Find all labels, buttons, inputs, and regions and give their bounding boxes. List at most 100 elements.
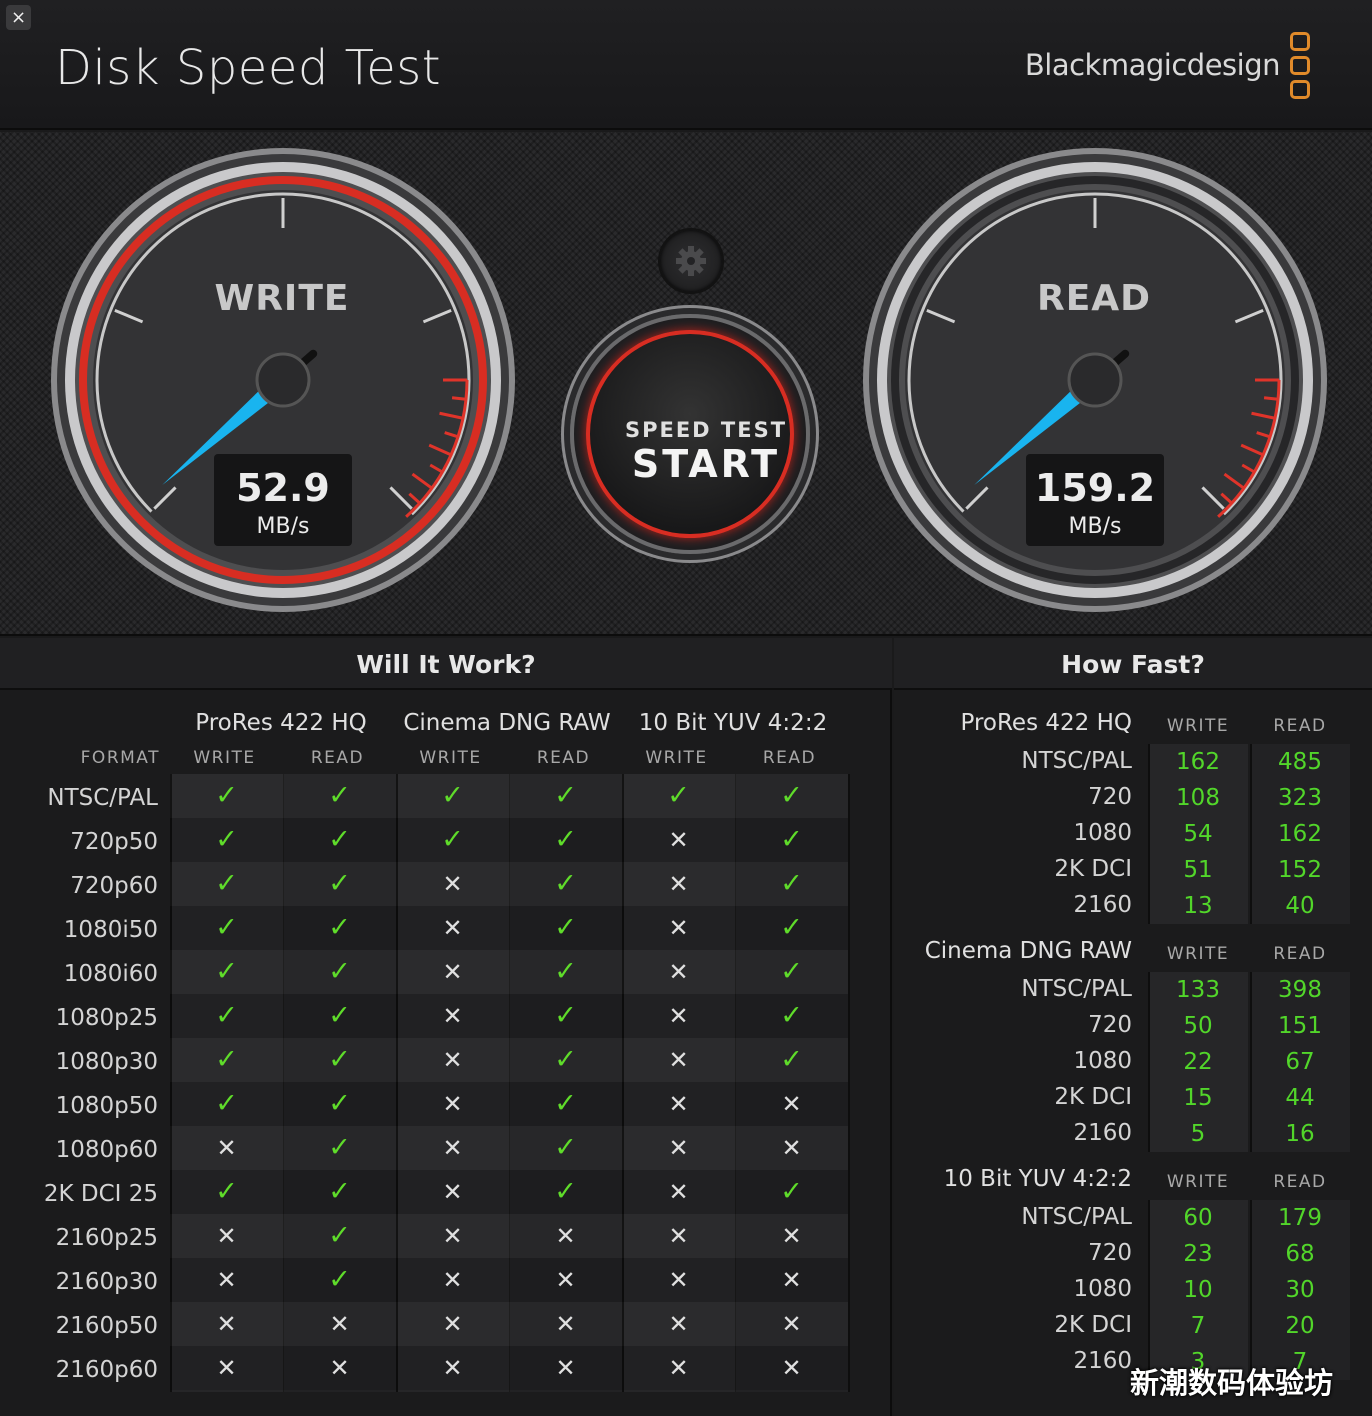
checkmark-icon: ✓ — [554, 1000, 577, 1031]
write-gauge-label: WRITE — [214, 278, 350, 319]
cross-icon: ✕ — [668, 1310, 689, 1338]
cross-icon: ✕ — [442, 1178, 463, 1206]
format-label: 2160p25 — [55, 1225, 158, 1251]
cross-icon: ✕ — [442, 1266, 463, 1294]
cross-icon: ✕ — [555, 1310, 576, 1338]
how-fast-row-label: 2K DCI — [1054, 856, 1132, 882]
checkmark-icon: ✓ — [328, 1264, 351, 1295]
cross-icon: ✕ — [668, 1178, 689, 1206]
cross-icon: ✕ — [668, 1046, 689, 1074]
cross-icon: ✕ — [668, 914, 689, 942]
how-fast-read-value: 323 — [1278, 785, 1322, 811]
checkmark-icon: ✓ — [780, 956, 803, 987]
format-label: 2K DCI 25 — [43, 1181, 158, 1207]
will-it-work-title: Will It Work? — [0, 638, 892, 690]
cross-icon: ✕ — [216, 1266, 237, 1294]
write-gauge-needle-hub — [255, 352, 311, 408]
cross-icon: ✕ — [781, 1310, 802, 1338]
cross-icon: ✕ — [442, 914, 463, 942]
how-fast-panel: How Fast? ProRes 422 HQ WRITE READ NTSC/PAL… — [894, 638, 1372, 1416]
compatibility-grid: ✓ ✓ ✓ ✓ ✓ ✓ ✓ ✓ ✓ ✓ ✕ ✓ ✓ ✓ ✕ ✓ ✕ ✓ ✓ ✓ ✕ ✓ ✕ ✓ ✓ ✓ ✕ ✓ ✕ ✓ ✓ ✓ ✕ ✓ ✕ ✓ ✓ ✓ ✕ ✓… — [170, 774, 850, 1392]
cross-icon: ✕ — [668, 870, 689, 898]
how-fast-write-value: 162 — [1176, 749, 1220, 775]
cross-icon: ✕ — [781, 1134, 802, 1162]
how-fast-read-value: 40 — [1285, 893, 1315, 919]
read-value-display: 159.2 MB/s — [1026, 454, 1164, 546]
cross-icon: ✕ — [781, 1266, 802, 1294]
cross-icon: ✕ — [442, 1090, 463, 1118]
how-fast-row-label: NTSC/PAL — [1021, 976, 1132, 1002]
cross-icon: ✕ — [216, 1134, 237, 1162]
cross-icon: ✕ — [781, 1090, 802, 1118]
close-icon: × — [10, 7, 27, 28]
prores-read-header: READ — [310, 748, 365, 768]
gauge-area: WRITE 52.9 MB/s READ 159.2 MB/s SPEED TE… — [0, 132, 1372, 636]
how-fast-write-value: 133 — [1176, 977, 1220, 1003]
start-button-small-label: SPEED TEST — [624, 418, 788, 442]
grid-border — [848, 774, 850, 1392]
codec-header-yuv: 10 Bit YUV 4:2:2 — [638, 710, 828, 736]
cross-icon: ✕ — [668, 1266, 689, 1294]
how-fast-write-value: 13 — [1183, 893, 1213, 919]
how-fast-write-value: 23 — [1183, 1241, 1213, 1267]
read-speed-value: 159.2 — [1034, 466, 1156, 510]
checkmark-icon: ✓ — [554, 1044, 577, 1075]
close-button[interactable]: × — [6, 5, 31, 30]
blackmagic-logo-icon — [1290, 32, 1314, 104]
how-fast-write-value: 7 — [1190, 1313, 1206, 1339]
cross-icon: ✕ — [442, 1222, 463, 1250]
cross-icon: ✕ — [668, 1222, 689, 1250]
read-gauge-label: READ — [1036, 278, 1152, 319]
will-it-work-panel: Will It Work? ProRes 422 HQ Cinema DNG R… — [0, 638, 892, 1416]
cross-icon: ✕ — [442, 1354, 463, 1382]
write-value-display: 52.9 MB/s — [214, 454, 352, 546]
format-label: 2160p60 — [55, 1357, 158, 1383]
how-fast-write-value: 10 — [1183, 1277, 1213, 1303]
how-fast-row-label: 2K DCI — [1054, 1312, 1132, 1338]
how-fast-read-value: 152 — [1278, 857, 1322, 883]
checkmark-icon: ✓ — [328, 868, 351, 899]
checkmark-icon: ✓ — [780, 780, 803, 811]
how-fast-write-value: 54 — [1183, 821, 1213, 847]
checkmark-icon: ✓ — [554, 824, 577, 855]
checkmark-icon: ✓ — [215, 1176, 238, 1207]
write-speed-value: 52.9 — [236, 466, 330, 510]
checkmark-icon: ✓ — [328, 1088, 351, 1119]
checkmark-icon: ✓ — [328, 780, 351, 811]
how-fast-read-value: 398 — [1278, 977, 1322, 1003]
cross-icon: ✕ — [329, 1354, 350, 1382]
format-label: 1080p25 — [55, 1005, 158, 1031]
how-fast-row-label: 2160 — [1073, 1120, 1132, 1146]
how-fast-row-label: 720 — [1088, 1240, 1132, 1266]
checkmark-icon: ✓ — [441, 780, 464, 811]
checkmark-icon: ✓ — [554, 868, 577, 899]
cross-icon: ✕ — [668, 958, 689, 986]
checkmark-icon: ✓ — [328, 1044, 351, 1075]
how-fast-row-label: 1080 — [1073, 1048, 1132, 1074]
cross-icon: ✕ — [216, 1354, 237, 1382]
checkmark-icon: ✓ — [328, 912, 351, 943]
how-fast-read-value: 485 — [1278, 749, 1322, 775]
checkmark-icon: ✓ — [780, 1176, 803, 1207]
checkmark-icon: ✓ — [328, 1220, 351, 1251]
how-fast-read-value: 67 — [1285, 1049, 1315, 1075]
how-fast-row-label: 2160 — [1073, 892, 1132, 918]
how-fast-write-value: 22 — [1183, 1049, 1213, 1075]
cross-icon: ✕ — [555, 1222, 576, 1250]
cross-icon: ✕ — [781, 1222, 802, 1250]
cross-icon: ✕ — [442, 958, 463, 986]
settings-button[interactable] — [658, 228, 724, 294]
checkmark-icon: ✓ — [215, 780, 238, 811]
cross-icon: ✕ — [668, 1354, 689, 1382]
checkmark-icon: ✓ — [328, 1132, 351, 1163]
speed-test-start-button[interactable]: SPEED TEST START — [570, 314, 810, 554]
format-label: 1080i60 — [63, 961, 158, 987]
checkmark-icon: ✓ — [328, 956, 351, 987]
cross-icon: ✕ — [442, 1134, 463, 1162]
how-fast-read-header: READ — [1273, 944, 1327, 964]
yuv-write-header: WRITE — [645, 748, 708, 768]
checkmark-icon: ✓ — [554, 1176, 577, 1207]
checkmark-icon: ✓ — [554, 956, 577, 987]
cross-icon: ✕ — [329, 1310, 350, 1338]
how-fast-row-label: NTSC/PAL — [1021, 1204, 1132, 1230]
